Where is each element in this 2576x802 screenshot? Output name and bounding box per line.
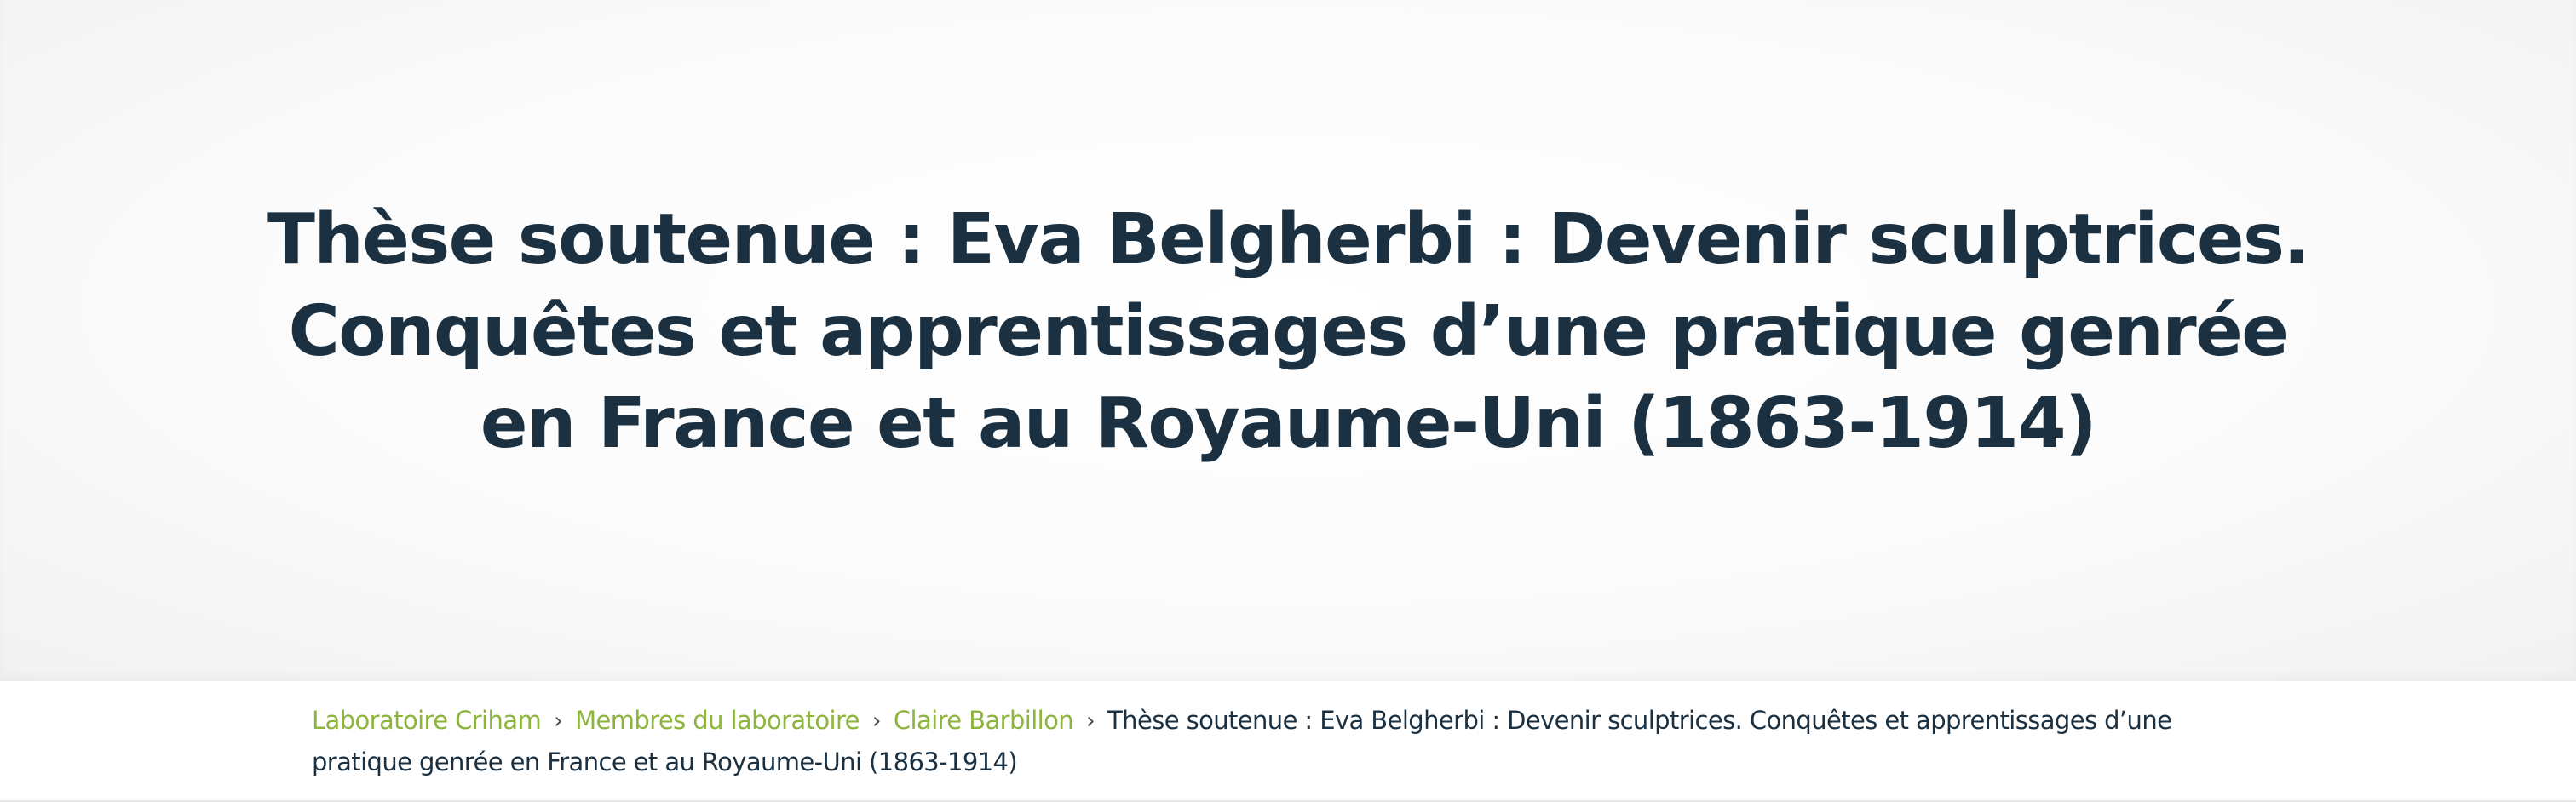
breadcrumb-link-claire-barbillon[interactable]: Claire Barbillon bbox=[894, 706, 1074, 735]
chevron-right-icon: › bbox=[871, 708, 881, 734]
chevron-right-icon: › bbox=[1086, 708, 1095, 734]
page-hero: Thèse soutenue : Eva Belgherbi : Devenir… bbox=[0, 0, 2576, 681]
breadcrumb: Laboratoire Criham › Membres du laboratoir… bbox=[312, 700, 2237, 782]
breadcrumb-link-laboratoire-criham[interactable]: Laboratoire Criham bbox=[312, 706, 542, 735]
breadcrumb-bar: Laboratoire Criham › Membres du laboratoir… bbox=[0, 681, 2576, 802]
breadcrumb-link-membres-du-laboratoire[interactable]: Membres du laboratoire bbox=[575, 706, 860, 735]
chevron-right-icon: › bbox=[554, 708, 563, 734]
page-title: Thèse soutenue : Eva Belgherbi : Devenir… bbox=[267, 199, 2310, 464]
